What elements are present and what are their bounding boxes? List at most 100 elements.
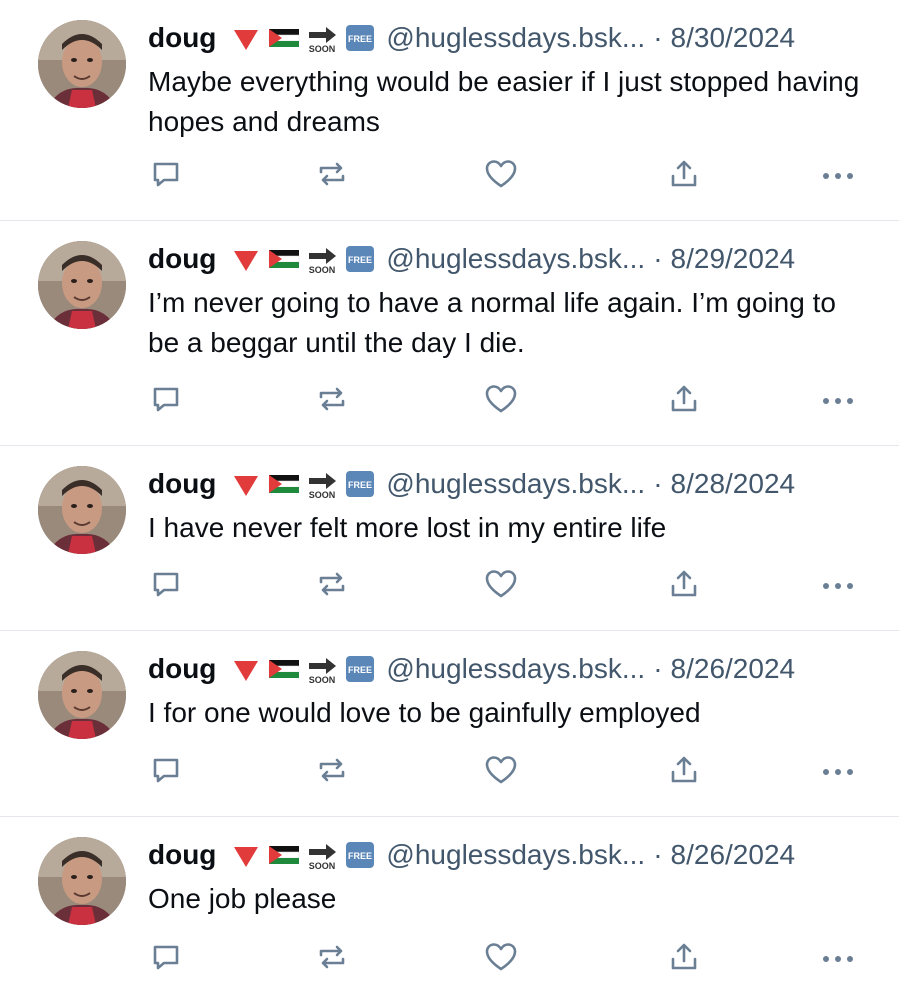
repost-button[interactable] [314,566,350,602]
post-actions [148,939,860,975]
repost-icon [319,387,345,411]
red-triangle-down-icon [234,847,259,867]
like-icon [485,385,517,413]
name-emojis: SOON FREE [230,468,376,500]
separator-dot: · [653,22,663,53]
post-actions [148,381,860,417]
soon-arrow-icon: SOON [309,248,337,275]
svg-text:SOON: SOON [309,675,336,685]
like-button[interactable] [483,939,519,975]
more-icon [823,398,853,404]
post-text: I for one would love to be gainfully emp… [148,697,701,728]
author-handle[interactable]: @huglessdays.bsk... [386,839,645,871]
share-button[interactable] [666,566,702,602]
like-icon [485,160,517,188]
name-emojis: SOON FREE [230,839,376,871]
post-text: I’m never going to have a normal life ag… [148,287,836,358]
free-button-icon: FREE [346,656,375,682]
repost-button[interactable] [314,939,350,975]
soon-arrow-icon: SOON [309,658,337,685]
like-button[interactable] [483,156,519,192]
reply-button[interactable] [148,156,184,192]
free-button-icon: FREE [346,25,375,51]
name-emojis: SOON FREE [230,243,376,275]
svg-text:SOON: SOON [309,861,336,871]
red-triangle-down-icon [234,661,259,681]
more-options-button[interactable] [820,566,856,602]
share-icon [671,570,697,597]
free-button-icon: FREE [346,246,375,272]
post-text: Maybe everything would be easier if I ju… [148,66,860,137]
repost-button[interactable] [314,752,350,788]
post-text: I have never felt more lost in my entire… [148,512,667,543]
share-button[interactable] [666,939,702,975]
like-icon [485,756,517,784]
free-button-icon: FREE [346,471,375,497]
more-options-button[interactable] [820,752,856,788]
author-handle[interactable]: @huglessdays.bsk... [386,468,645,500]
author-name[interactable]: doug [148,653,216,685]
author-handle[interactable]: @huglessdays.bsk... [386,243,645,275]
more-icon [823,173,853,179]
post[interactable]: doug SOON FREE @huglessdays.bsk... · 8/2… [0,446,899,631]
share-button[interactable] [666,381,702,417]
more-icon [823,956,853,962]
like-icon [485,943,517,971]
more-options-button[interactable] [820,939,856,975]
reply-icon [153,162,179,187]
post[interactable]: doug SOON FREE @huglessdays.bsk... · 8/2… [0,221,899,446]
reply-icon [153,387,179,412]
author-handle[interactable]: @huglessdays.bsk... [386,22,645,54]
post-date[interactable]: 8/28/2024 [671,468,796,500]
reply-button[interactable] [148,939,184,975]
palestine-flag-icon [269,29,300,47]
post-date[interactable]: 8/30/2024 [671,22,796,54]
post-date[interactable]: 8/26/2024 [671,653,796,685]
share-button[interactable] [666,156,702,192]
post-actions [148,156,860,192]
red-triangle-down-icon [234,251,259,271]
post[interactable]: doug SOON FREE @huglessdays.bsk... · 8/2… [0,631,899,817]
repost-button[interactable] [314,156,350,192]
like-button[interactable] [483,381,519,417]
repost-button[interactable] [314,381,350,417]
svg-text:FREE: FREE [348,851,372,861]
soon-arrow-icon: SOON [309,473,337,500]
reply-icon [153,945,179,970]
red-triangle-down-icon [234,30,259,50]
avatar[interactable] [38,241,126,329]
repost-icon [319,945,345,969]
reply-icon [153,758,179,783]
name-emojis: SOON FREE [230,22,376,54]
author-handle[interactable]: @huglessdays.bsk... [386,653,645,685]
avatar[interactable] [38,651,126,739]
post[interactable]: doug SOON FREE @huglessdays.bsk... · 8/2… [0,817,899,1000]
more-icon [823,583,853,589]
separator-dot: · [653,243,663,274]
like-button[interactable] [483,752,519,788]
like-button[interactable] [483,566,519,602]
avatar[interactable] [38,837,126,925]
separator-dot: · [653,839,663,870]
share-button[interactable] [666,752,702,788]
svg-text:SOON: SOON [309,490,336,500]
more-options-button[interactable] [820,156,856,192]
avatar[interactable] [38,466,126,554]
share-icon [671,385,697,412]
svg-text:FREE: FREE [348,665,372,675]
avatar[interactable] [38,20,126,108]
reply-button[interactable] [148,381,184,417]
author-name[interactable]: doug [148,243,216,275]
palestine-flag-icon [269,475,300,493]
post-date[interactable]: 8/26/2024 [671,839,796,871]
more-options-button[interactable] [820,381,856,417]
palestine-flag-icon [269,660,300,678]
author-name[interactable]: doug [148,839,216,871]
reply-button[interactable] [148,566,184,602]
author-name[interactable]: doug [148,22,216,54]
share-icon [671,160,697,187]
reply-button[interactable] [148,752,184,788]
post[interactable]: doug SOON FREE @huglessdays.bsk... · 8/3… [0,0,899,221]
author-name[interactable]: doug [148,468,216,500]
post-date[interactable]: 8/29/2024 [671,243,796,275]
